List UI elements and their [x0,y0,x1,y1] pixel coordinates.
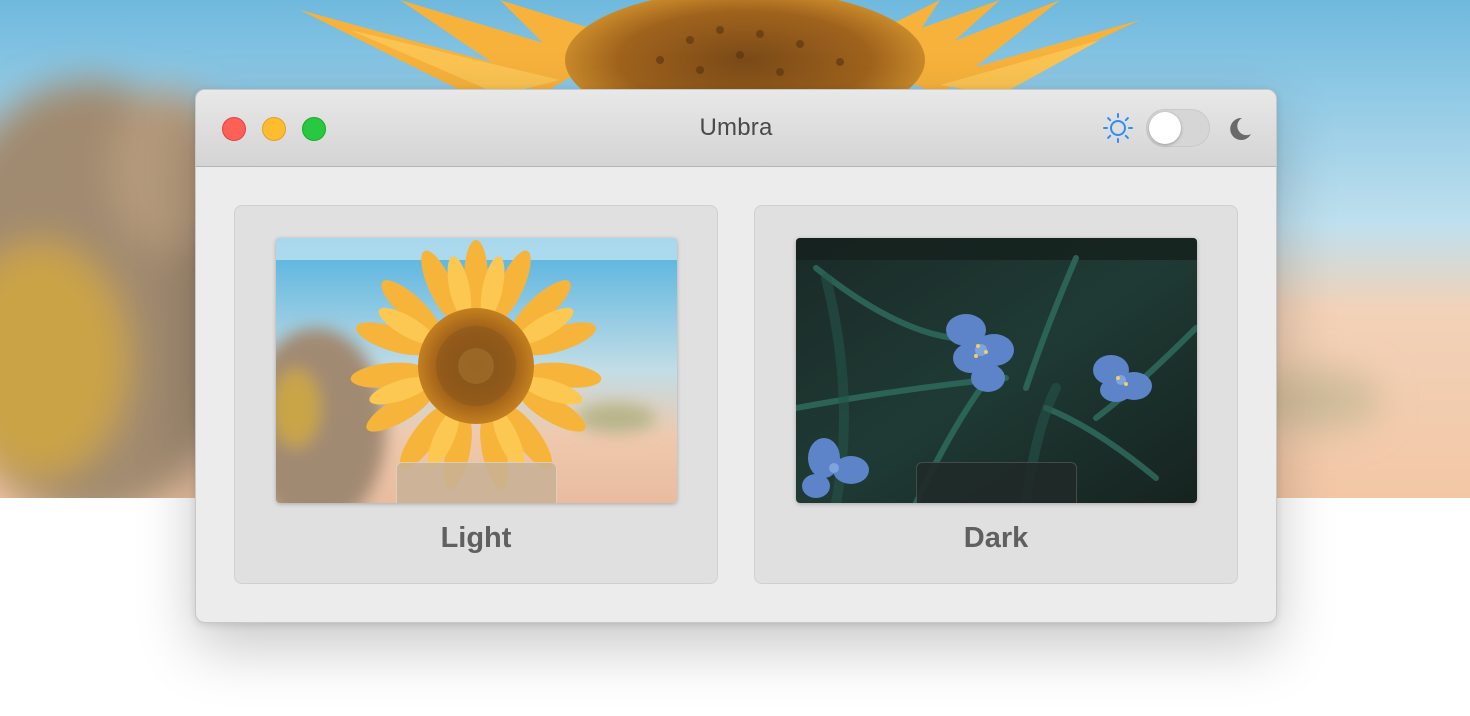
dock-preview [396,462,557,503]
dark-option-card[interactable]: Dark [754,205,1238,584]
toggle-knob[interactable] [1149,112,1181,144]
light-option-card[interactable]: Light [234,205,718,584]
light-option-label: Light [440,522,512,554]
app-window: Umbra Light Dark [195,89,1277,623]
screen: Umbra Light Dark [0,0,1470,716]
sun-icon[interactable] [1102,112,1134,144]
light-preview-image[interactable] [276,238,677,503]
appearance-toggle[interactable] [1146,109,1210,147]
dock-preview [916,462,1077,503]
dark-preview-image[interactable] [796,238,1197,503]
dark-option-label: Dark [963,522,1029,554]
moon-icon[interactable] [1224,114,1254,144]
title-bar[interactable]: Umbra [196,90,1276,167]
